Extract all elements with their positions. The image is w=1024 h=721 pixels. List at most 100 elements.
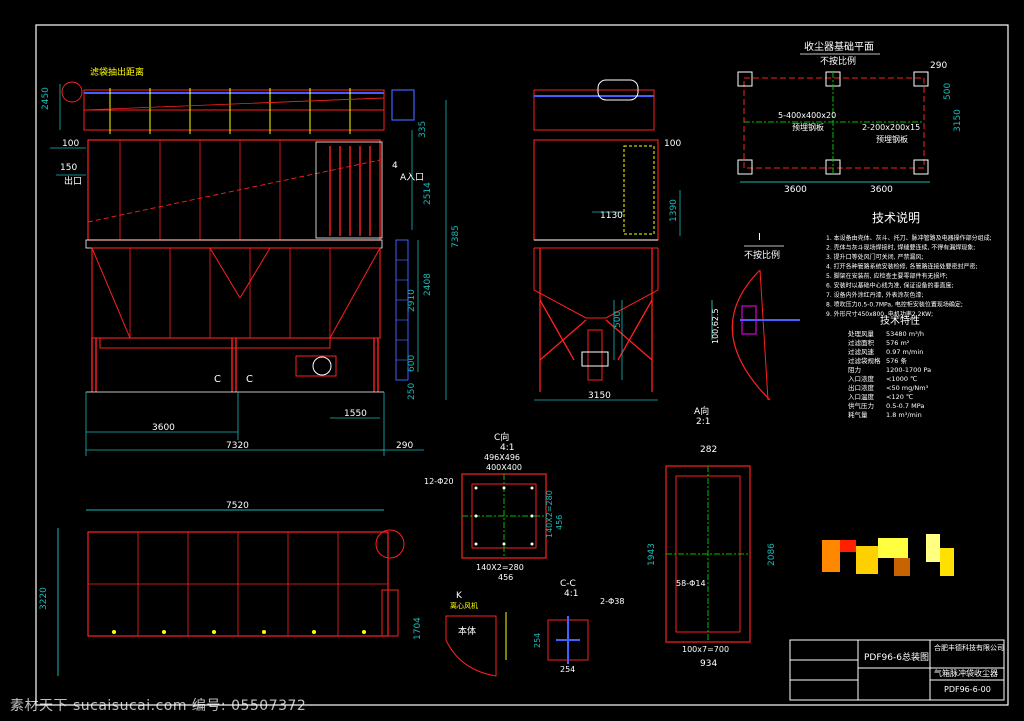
spec-cell: <1000 ℃: [886, 375, 917, 383]
spec-cell: 1200-1700 Pa: [886, 366, 931, 374]
foundation-scale: 不按比例: [820, 55, 856, 67]
dim-12-holes: 12-Φ20: [424, 477, 454, 486]
dim-456-side: 456: [555, 515, 564, 530]
dim-600: 600: [407, 355, 417, 372]
dim-3600-foundation-2: 3600: [870, 185, 893, 195]
spec-cell: 576 条: [886, 356, 907, 365]
dim-3220: 3220: [39, 587, 49, 610]
spec-cell: <120 ℃: [886, 393, 913, 401]
spec-cell: 供气压力: [848, 401, 874, 410]
detail-i: I 不按比例 100,62.5: [711, 232, 800, 401]
plan-view: 7520 3220 1704: [39, 501, 423, 676]
dim-3150: 3150: [588, 391, 611, 401]
dim-400: 400X400: [486, 463, 522, 472]
view-cc-scale: 4:1: [564, 589, 578, 599]
dim-58-holes: 58-Φ14: [676, 579, 706, 588]
dim-2408: 2408: [423, 273, 433, 296]
dim-7520: 7520: [226, 501, 249, 511]
dim-496: 496X496: [484, 453, 520, 462]
tech-line: 1. 本设备由壳体、灰斗、托刀、脉冲管路及电器操作部分组成;: [826, 234, 992, 242]
tech-line: 3. 提升口等处风门可关闭, 严禁漏风;: [826, 253, 923, 261]
foundation-title: 收尘器基础平面: [804, 40, 874, 53]
spec-cell: 53480 m³/h: [886, 330, 924, 338]
tech-line: 6. 安装时以基础中心线为准, 保证设备的垂直度;: [826, 282, 953, 290]
dim-4: 4: [392, 161, 398, 171]
dim-1550: 1550: [344, 409, 367, 419]
dim-1130: 1130: [600, 211, 623, 221]
spec-cell: 处理风量: [848, 329, 875, 338]
dim-500: 500: [613, 311, 623, 328]
spec-cell: 过滤面积: [848, 338, 875, 347]
view-a-scale: 2:1: [696, 417, 710, 427]
title-block: PDF96-6总装图 合肥丰德科技有限公司 气箱脉冲袋收尘器 PDF96-6-0…: [789, 639, 1005, 701]
spec-cell: 入口温度: [848, 392, 875, 401]
view-k: K 离心风机 本体: [445, 591, 507, 677]
dim-335: 335: [418, 121, 428, 138]
tech-line: 2. 壳体与灰斗现场焊接时, 焊缝要连续, 不得有漏焊现象;: [826, 244, 975, 252]
product-name: 气箱脉冲袋收尘器: [934, 668, 998, 678]
spec-title: 技术特性: [880, 314, 920, 327]
spec-cell: 耗气量: [848, 410, 868, 419]
embed-plate-2: 2-200x200x15: [862, 123, 920, 132]
drawing-name: PDF96-6总装图: [864, 651, 929, 663]
spec-cell: 576 m²: [886, 339, 910, 347]
dim-2910: 2910: [407, 289, 417, 312]
dim-254-side: 254: [533, 633, 542, 648]
dim-500-foundation: 500: [943, 83, 953, 100]
dim-934: 934: [700, 659, 717, 669]
tech-line: 8. 喷吹压力0.5-0.7MPa, 电控柜安装位置现场确定;: [826, 301, 963, 309]
technical-notes: 技术说明 1. 本设备由壳体、灰斗、托刀、脉冲管路及电器操作部分组成; 2. 壳体…: [826, 210, 992, 419]
view-c: C向 4:1 496X496 400X400 12-Φ20 140X2=280 …: [424, 431, 564, 582]
dim-1943: 1943: [647, 543, 657, 566]
outlet-label: 出口: [64, 175, 82, 187]
spec-cell: <50 mg/Nm³: [886, 384, 929, 392]
dim-100x7: 100x7=700: [682, 645, 729, 654]
cad-drawing-canvas: 滤袋抽出距离 2450 100 150 出口 A入口 335 4 2514 73…: [35, 24, 1009, 706]
view-cc-title: C-C: [560, 579, 576, 589]
dim-3150-foundation: 3150: [953, 109, 963, 132]
view-c-scale: 4:1: [500, 443, 514, 453]
dim-250: 250: [407, 383, 417, 400]
tech-title: 技术说明: [872, 210, 920, 225]
spec-cell: 1.8 m³/min: [886, 411, 922, 419]
embed-plate-1-note: 预埋钢板: [792, 122, 824, 132]
dim-140-side: 140X2=280: [545, 490, 554, 538]
foundation-plan: 收尘器基础平面 不按比例 5-400x400x20 预埋钢板 2-200x200…: [737, 40, 963, 195]
view-a: A向 2:1 282 1943 2086 58-Φ14 100x7=700 93…: [647, 405, 777, 669]
spec-cell: 0.5-0.7 MPa: [886, 402, 924, 410]
view-c-title: C向: [494, 431, 509, 443]
company-name: 合肥丰德科技有限公司: [934, 643, 1004, 652]
svg-text:100,62.5: 100,62.5: [711, 308, 720, 344]
dim-1704: 1704: [413, 617, 423, 640]
dim-2514: 2514: [423, 182, 433, 205]
dim-150: 150: [60, 163, 77, 173]
watermark: 素材天下 sucaisucai.com 编号: 05507372: [10, 698, 307, 714]
tech-line: 4. 打开各种管路系统安装检修, 各管路连接处要密封严密;: [826, 263, 977, 271]
embed-plate-2-note: 预埋钢板: [876, 134, 908, 144]
spec-cell: 入口浓度: [848, 374, 875, 383]
view-i-scale: 不按比例: [744, 249, 780, 261]
dim-3600: 3600: [152, 423, 175, 433]
view-a-title: A向: [694, 405, 709, 417]
color-block-artifact: [822, 534, 954, 576]
body-label: 本体: [458, 625, 476, 637]
dim-456-bottom: 456: [498, 573, 513, 582]
dim-7320: 7320: [226, 441, 249, 451]
dim-2450: 2450: [41, 87, 51, 110]
tech-line: 5. 脚架在安装前, 应检查主要零部件有无损坏;: [826, 272, 947, 280]
dim-1390: 1390: [669, 199, 679, 222]
view-k-title: K: [456, 591, 463, 601]
spec-cell: 阻力: [848, 365, 861, 374]
tech-line: 7. 设备内外涂红丹漆, 外表涂灰色漆;: [826, 291, 923, 299]
filter-bag-pull-label: 滤袋抽出距离: [90, 66, 144, 78]
section-c-label-left: C: [214, 374, 221, 385]
dim-254-bottom: 254: [560, 665, 575, 674]
section-c-label-right: C: [246, 374, 253, 385]
dim-100: 100: [62, 139, 79, 149]
dim-7385: 7385: [451, 225, 461, 248]
spec-table: 处理风量 53480 m³/h 过滤面积 576 m² 过滤风速 0.97 m/min 过滤…: [848, 329, 931, 419]
spec-cell: 过滤袋规格: [848, 356, 881, 365]
dim-3600-foundation-1: 3600: [784, 185, 807, 195]
dim-2086: 2086: [767, 543, 777, 566]
view-i-title: I: [758, 232, 761, 243]
